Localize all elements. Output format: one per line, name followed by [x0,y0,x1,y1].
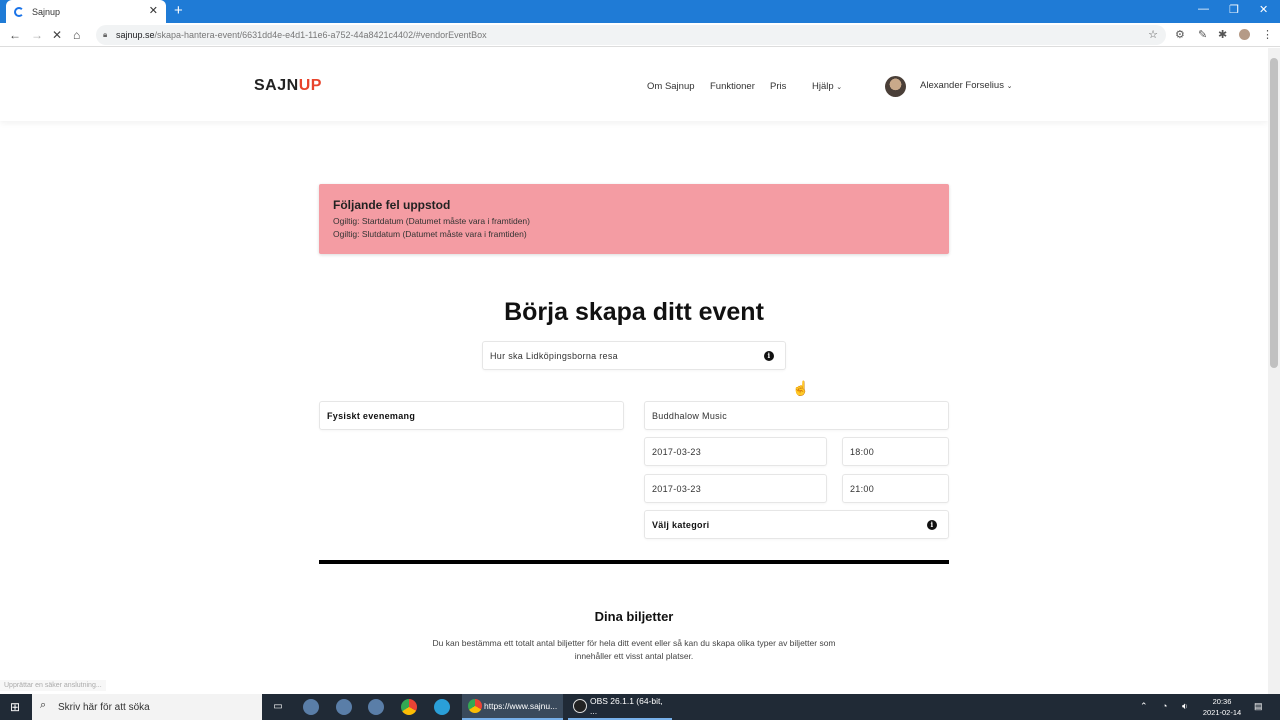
scrollbar-thumb[interactable] [1270,58,1278,368]
browser-titlebar: Sajnup ✕ + — ❐ ✕ [0,0,1280,23]
start-time-input[interactable]: 18:00 [842,437,949,466]
venue-input[interactable]: Buddhalow Music [644,401,949,430]
app-icon-1[interactable] [303,699,319,715]
restore-icon[interactable]: ❐ [1229,3,1239,16]
browser-status-text: Upprättar en säker anslutning... [0,680,106,691]
volume-icon[interactable]: 🔉︎ [1182,701,1188,712]
windows-taskbar: ⊞ ⌕ Skriv här för att söka ▭ https://www… [0,694,1280,720]
tickets-title: Dina biljetter [594,609,674,624]
forward-icon[interactable]: → [31,28,43,42]
info-icon[interactable]: i [764,351,774,361]
clock[interactable]: 20:36 2021-02-14 [1200,696,1244,718]
page-title: Börja skapa ditt event [504,298,764,326]
user-menu[interactable]: Alexander Forselius ⌄ [920,80,1012,91]
back-icon[interactable]: ← [9,28,21,42]
nav-funktioner[interactable]: Funktioner [710,81,755,92]
address-toolbar: ← → ✕ ⌂ 🔒︎ sajnup.se/skapa-hantera-event… [0,23,1280,47]
chevron-down-icon: ⌄ [836,84,843,91]
event-name-input[interactable]: Hur ska Lidköpingsborna resa i [482,341,786,370]
info-icon[interactable]: i [927,520,937,530]
task-view-icon[interactable]: ▭ [270,699,286,715]
pen-extension-icon[interactable]: ✎ [1198,28,1207,41]
alert-title: Följande fel uppstod [333,198,451,212]
notifications-icon[interactable]: ▤ [1254,701,1263,712]
page-scrollbar[interactable] [1268,48,1280,694]
windows-start-icon[interactable]: ⊞ [10,700,20,714]
error-alert: Följande fel uppstod Ogiltig: Startdatum… [319,184,949,254]
app-icon-2[interactable] [336,699,352,715]
chrome-icon [468,699,482,713]
event-type-select[interactable]: Fysiskt evenemang [319,401,624,430]
user-avatar[interactable] [885,76,906,97]
lock-icon: 🔒︎ [103,30,108,39]
taskbar-app-chrome[interactable]: https://www.sajnu... [462,694,563,720]
edge-icon[interactable] [434,699,450,715]
close-window-icon[interactable]: ✕ [1259,3,1268,16]
obs-icon [573,699,587,713]
settings-extension-icon[interactable]: ⚙ [1175,28,1185,41]
profile-avatar-icon[interactable] [1239,29,1250,40]
taskbar-search[interactable]: ⌕ Skriv här för att söka [32,694,262,720]
nav-pris[interactable]: Pris [770,81,786,92]
tickets-description: Du kan bestämma ett totalt antal biljett… [432,638,836,661]
chevron-down-icon: ⌄ [1006,83,1013,90]
home-icon[interactable]: ⌂ [73,28,80,42]
minimize-icon[interactable]: — [1198,3,1209,15]
url-host: sajnup.se [116,30,155,40]
start-date-input[interactable]: 2017-03-23 [644,437,827,466]
close-tab-icon[interactable]: ✕ [149,4,158,17]
new-tab-icon[interactable]: + [174,2,183,19]
hand-cursor-icon: ☝ [792,380,810,396]
alert-error-1: Ogiltig: Startdatum (Datumet måste vara … [333,216,530,226]
sajnup-logo[interactable]: SAJNUP [254,77,322,95]
app-icon-3[interactable] [368,699,384,715]
tab-title: Sajnup [32,6,61,17]
site-header: SAJNUP Om Sajnup Funktioner Pris Hjälp ⌄… [0,48,1268,121]
category-select[interactable]: Välj kategori i [644,510,949,539]
url-path: /skapa-hantera-event/6631dd4e-e4d1-11e6-… [154,30,487,40]
stop-loading-icon[interactable]: ✕ [52,28,62,42]
section-divider [319,560,949,564]
network-icon[interactable]: ◔ [1162,701,1167,711]
chrome-icon[interactable] [401,699,417,715]
puzzle-extensions-icon[interactable]: ✱ [1218,28,1227,41]
nav-om-sajnup[interactable]: Om Sajnup [647,81,695,92]
end-time-input[interactable]: 21:00 [842,474,949,503]
tray-chevron-icon[interactable]: ⌃ [1140,701,1148,712]
nav-hjalp[interactable]: Hjälp ⌄ [812,81,842,92]
menu-kebab-icon[interactable]: ⋮ [1262,28,1273,41]
end-date-input[interactable]: 2017-03-23 [644,474,827,503]
web-page: SAJNUP Om Sajnup Funktioner Pris Hjälp ⌄… [0,48,1268,694]
search-icon: ⌕ [40,699,47,711]
taskbar-app-obs[interactable]: OBS 26.1.1 (64-bit, ... [568,694,672,720]
alert-error-2: Ogiltig: Slutdatum (Datumet måste vara i… [333,229,527,239]
loading-spinner-icon [14,6,24,17]
url-field[interactable]: 🔒︎ sajnup.se/skapa-hantera-event/6631dd4… [96,25,1166,45]
bookmark-star-icon[interactable]: ☆ [1148,25,1158,45]
browser-tab[interactable]: Sajnup ✕ [6,0,166,23]
